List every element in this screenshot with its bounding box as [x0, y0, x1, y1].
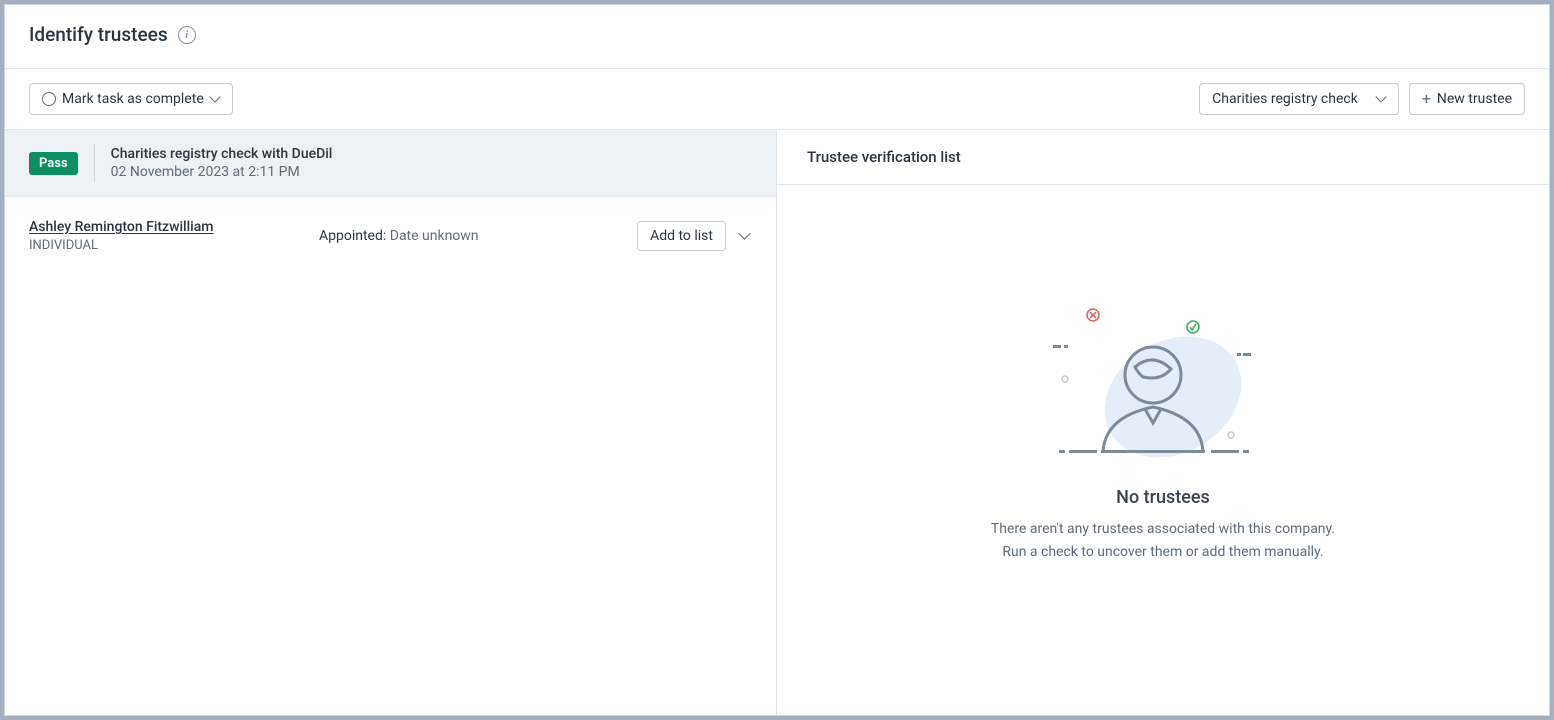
- toolbar-right: Charities registry check + New trustee: [1199, 83, 1525, 115]
- chevron-down-icon: [1376, 94, 1386, 104]
- mark-complete-button[interactable]: Mark task as complete: [29, 83, 233, 115]
- check-select-label: Charities registry check: [1212, 91, 1358, 107]
- trustee-row: Ashley Remington Fitzwilliam INDIVIDUAL …: [5, 197, 776, 275]
- trustee-identity: Ashley Remington Fitzwilliam INDIVIDUAL: [29, 219, 299, 253]
- page-title: Identify trustees: [29, 23, 168, 46]
- empty-state-line2: Run a check to uncover them or add them …: [1002, 541, 1323, 563]
- add-to-list-button[interactable]: Add to list: [637, 221, 726, 251]
- trustee-name-link[interactable]: Ashley Remington Fitzwilliam: [29, 219, 214, 235]
- page-header: Identify trustees i: [5, 5, 1549, 69]
- empty-state: No trustees There aren't any trustees as…: [777, 185, 1549, 715]
- check-title: Charities registry check with DueDil: [111, 146, 333, 162]
- row-actions: Add to list: [637, 221, 752, 251]
- person-placeholder-icon: [1053, 297, 1273, 467]
- empty-state-line1: There aren't any trustees associated wit…: [991, 518, 1335, 540]
- divider: [94, 144, 95, 182]
- split-panes: Pass Charities registry check with DueDi…: [5, 130, 1549, 715]
- check-timestamp: 02 November 2023 at 2:11 PM: [111, 164, 333, 180]
- status-badge: Pass: [29, 152, 78, 175]
- mark-complete-label: Mark task as complete: [62, 91, 204, 107]
- new-trustee-label: New trustee: [1437, 91, 1512, 107]
- circle-empty-icon: [42, 92, 56, 106]
- app-frame: Identify trustees i Mark task as complet…: [4, 4, 1550, 716]
- check-info: Charities registry check with DueDil 02 …: [111, 146, 333, 180]
- appointed-label: Appointed:: [319, 228, 386, 244]
- check-result-header: Pass Charities registry check with DueDi…: [5, 130, 776, 197]
- appointed-value: Date unknown: [390, 228, 479, 244]
- appointed-info: Appointed: Date unknown: [319, 228, 617, 244]
- chevron-down-icon: [210, 94, 220, 104]
- expand-row-button[interactable]: [738, 229, 752, 243]
- info-icon[interactable]: i: [178, 26, 196, 44]
- new-trustee-button[interactable]: + New trustee: [1409, 83, 1525, 115]
- trustee-type: INDIVIDUAL: [29, 238, 299, 253]
- left-pane: Pass Charities registry check with DueDi…: [5, 130, 777, 715]
- empty-state-title: No trustees: [1116, 487, 1210, 508]
- right-pane: Trustee verification list: [777, 130, 1549, 715]
- plus-icon: +: [1422, 91, 1431, 107]
- check-select-dropdown[interactable]: Charities registry check: [1199, 83, 1399, 115]
- toolbar: Mark task as complete Charities registry…: [5, 69, 1549, 130]
- verification-list-title: Trustee verification list: [777, 130, 1549, 185]
